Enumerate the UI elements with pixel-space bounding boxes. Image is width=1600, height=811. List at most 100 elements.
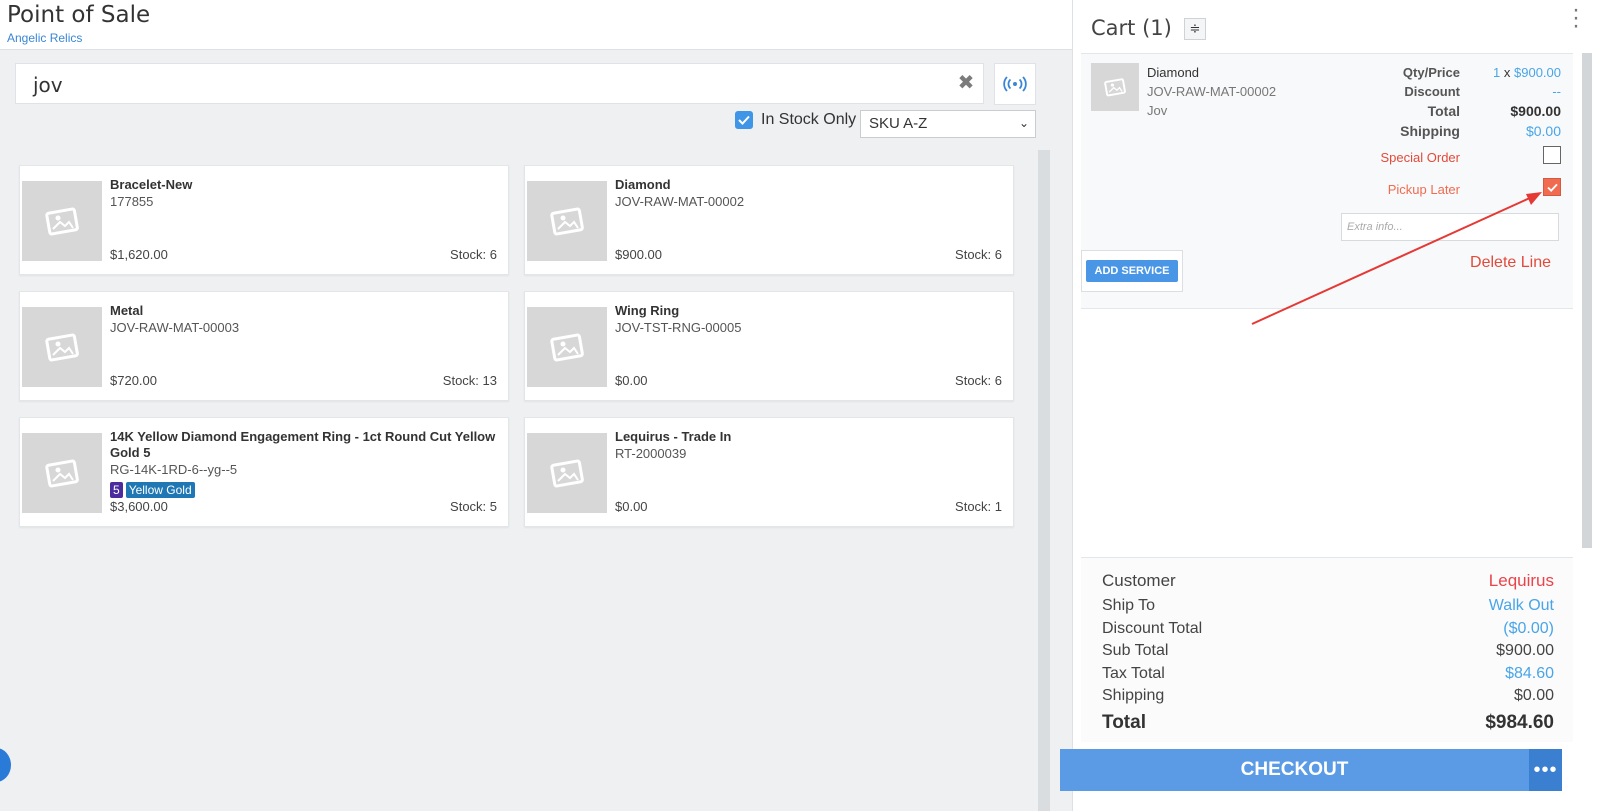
- discount-value[interactable]: --: [1552, 84, 1561, 99]
- line-shipping-label: Shipping: [1400, 123, 1460, 139]
- discount-total-value[interactable]: ($0.00): [1503, 620, 1554, 638]
- product-price: $900.00: [615, 247, 662, 262]
- broadcast-icon: [1003, 76, 1027, 92]
- delete-line-link[interactable]: Delete Line: [1470, 254, 1551, 272]
- discount-total-label: Discount Total: [1102, 620, 1203, 637]
- pickup-later-checkbox[interactable]: [1543, 178, 1561, 196]
- product-name: Diamond: [615, 177, 671, 192]
- ship-to-label: Ship To: [1102, 597, 1156, 614]
- image-placeholder-icon: [527, 181, 607, 261]
- product-price: $720.00: [110, 373, 157, 388]
- sort-selected-value: SKU A-Z: [869, 115, 928, 132]
- line-shipping-value[interactable]: $0.00: [1526, 123, 1561, 139]
- product-name: Lequirus - Trade In: [615, 429, 732, 444]
- sub-total-value: $900.00: [1496, 642, 1554, 659]
- line-item-brand: Jov: [1147, 103, 1168, 118]
- more-options-icon[interactable]: · · ·: [1572, 0, 1580, 38]
- chevron-down-icon: ⌄: [1018, 116, 1029, 130]
- checkout-more-icon[interactable]: •••: [1529, 749, 1562, 791]
- product-sku: JOV-TST-RNG-00005: [615, 320, 742, 335]
- image-placeholder-icon: [527, 307, 607, 387]
- product-name: Metal: [110, 303, 144, 318]
- product-card[interactable]: Lequirus - Trade In RT-2000039 $0.00 Sto…: [524, 417, 1014, 527]
- discount-label: Discount: [1404, 84, 1460, 99]
- image-placeholder-icon: [527, 433, 607, 513]
- checkmark-icon: [1546, 183, 1558, 192]
- product-search-box[interactable]: jov ✖: [15, 63, 984, 104]
- shipping-value: $0.00: [1513, 687, 1554, 704]
- page-title: Point of Sale: [7, 2, 151, 28]
- product-price: $3,600.00: [110, 499, 168, 514]
- customer-label: Customer: [1102, 571, 1176, 590]
- product-price: $0.00: [615, 499, 648, 514]
- products-scrollbar[interactable]: [1038, 150, 1050, 811]
- ship-to-row: Ship To Walk Out: [1102, 597, 1554, 615]
- scan-button[interactable]: [994, 63, 1036, 105]
- product-stock: Stock: 6: [955, 247, 1002, 262]
- product-card[interactable]: Metal JOV-RAW-MAT-00003 $720.00 Stock: 1…: [19, 291, 509, 401]
- product-sku: JOV-RAW-MAT-00003: [110, 320, 240, 335]
- image-placeholder-icon: [22, 181, 102, 261]
- shipping-label: Shipping: [1102, 687, 1165, 704]
- tax-total-label: Tax Total: [1102, 665, 1165, 682]
- product-stock: Stock: 13: [442, 373, 497, 388]
- line-item-name: Diamond: [1147, 65, 1200, 80]
- collapse-expand-icon[interactable]: ≑: [1184, 18, 1206, 40]
- unit-price-value[interactable]: $900.00: [1514, 65, 1561, 80]
- grand-total-label: Total: [1102, 712, 1146, 733]
- extra-info-input[interactable]: Extra info...: [1341, 213, 1559, 241]
- product-card[interactable]: Bracelet-New 177855 $1,620.00 Stock: 6: [19, 165, 509, 275]
- tax-total-row: Tax Total $84.60: [1102, 665, 1554, 683]
- add-service-label: ADD SERVICE: [1085, 260, 1179, 282]
- product-stock: Stock: 6: [955, 373, 1002, 388]
- cart-scrollbar[interactable]: [1582, 53, 1592, 548]
- product-stock: Stock: 6: [450, 247, 497, 262]
- checkout-button[interactable]: CHECKOUT: [1060, 749, 1529, 791]
- ship-to-value[interactable]: Walk Out: [1489, 597, 1554, 615]
- product-name: 14K Yellow Diamond Engagement Ring - 1ct…: [110, 429, 496, 460]
- qty-price-label: Qty/Price: [1402, 65, 1460, 80]
- product-price: $0.00: [615, 373, 648, 388]
- app-header: Point of Sale Angelic Relics: [0, 0, 1072, 50]
- product-sku: RT-2000039: [615, 446, 687, 461]
- store-name-link[interactable]: Angelic Relics: [7, 31, 82, 45]
- product-name: Wing Ring: [615, 303, 680, 318]
- product-sku: 177855: [110, 194, 154, 209]
- customer-row: Customer Lequirus: [1102, 571, 1554, 591]
- product-card[interactable]: 14K Yellow Diamond Engagement Ring - 1ct…: [19, 417, 509, 527]
- qty-price-value[interactable]: 1 x $900.00: [1493, 65, 1561, 80]
- sub-total-row: Sub Total $900.00: [1102, 642, 1554, 660]
- product-sku: JOV-RAW-MAT-00002: [615, 194, 745, 209]
- qty-separator: x: [1503, 65, 1511, 80]
- image-placeholder-icon: [22, 433, 102, 513]
- product-card[interactable]: Diamond JOV-RAW-MAT-00002 $900.00 Stock:…: [524, 165, 1014, 275]
- product-stock: Stock: 5: [450, 499, 497, 514]
- line-total-value: $900.00: [1510, 103, 1561, 119]
- sort-select[interactable]: SKU A-Z ⌄: [860, 110, 1036, 138]
- in-stock-filter[interactable]: In Stock Only: [735, 111, 856, 129]
- product-name: Bracelet-New: [110, 177, 193, 192]
- variant-badges: 5 Yellow Gold: [110, 482, 195, 498]
- cart-summary: Customer Lequirus Ship To Walk Out Disco…: [1081, 557, 1573, 742]
- product-card[interactable]: Wing Ring JOV-TST-RNG-00005 $0.00 Stock:…: [524, 291, 1014, 401]
- cart-title: Cart (1): [1091, 16, 1172, 40]
- size-badge: 5: [110, 482, 123, 498]
- add-service-button[interactable]: ADD SERVICE: [1081, 250, 1183, 292]
- pickup-later-label: Pickup Later: [1387, 182, 1460, 197]
- line-total-label: Total: [1427, 103, 1460, 119]
- image-placeholder-icon: [1091, 63, 1139, 111]
- product-price: $1,620.00: [110, 247, 168, 262]
- in-stock-checkbox[interactable]: [735, 111, 753, 129]
- help-chat-icon[interactable]: [0, 748, 11, 782]
- special-order-checkbox[interactable]: [1543, 146, 1561, 164]
- customer-value[interactable]: Lequirus: [1489, 571, 1554, 591]
- special-order-label: Special Order: [1380, 150, 1460, 165]
- in-stock-label: In Stock Only: [761, 111, 857, 128]
- clear-search-icon[interactable]: ✖: [957, 73, 975, 93]
- checkmark-icon: [738, 115, 750, 125]
- discount-total-row: Discount Total ($0.00): [1102, 620, 1554, 638]
- tax-total-value[interactable]: $84.60: [1505, 665, 1554, 683]
- qty-value[interactable]: 1: [1493, 65, 1500, 80]
- metal-badge: Yellow Gold: [125, 482, 195, 498]
- search-input[interactable]: jov: [33, 73, 63, 97]
